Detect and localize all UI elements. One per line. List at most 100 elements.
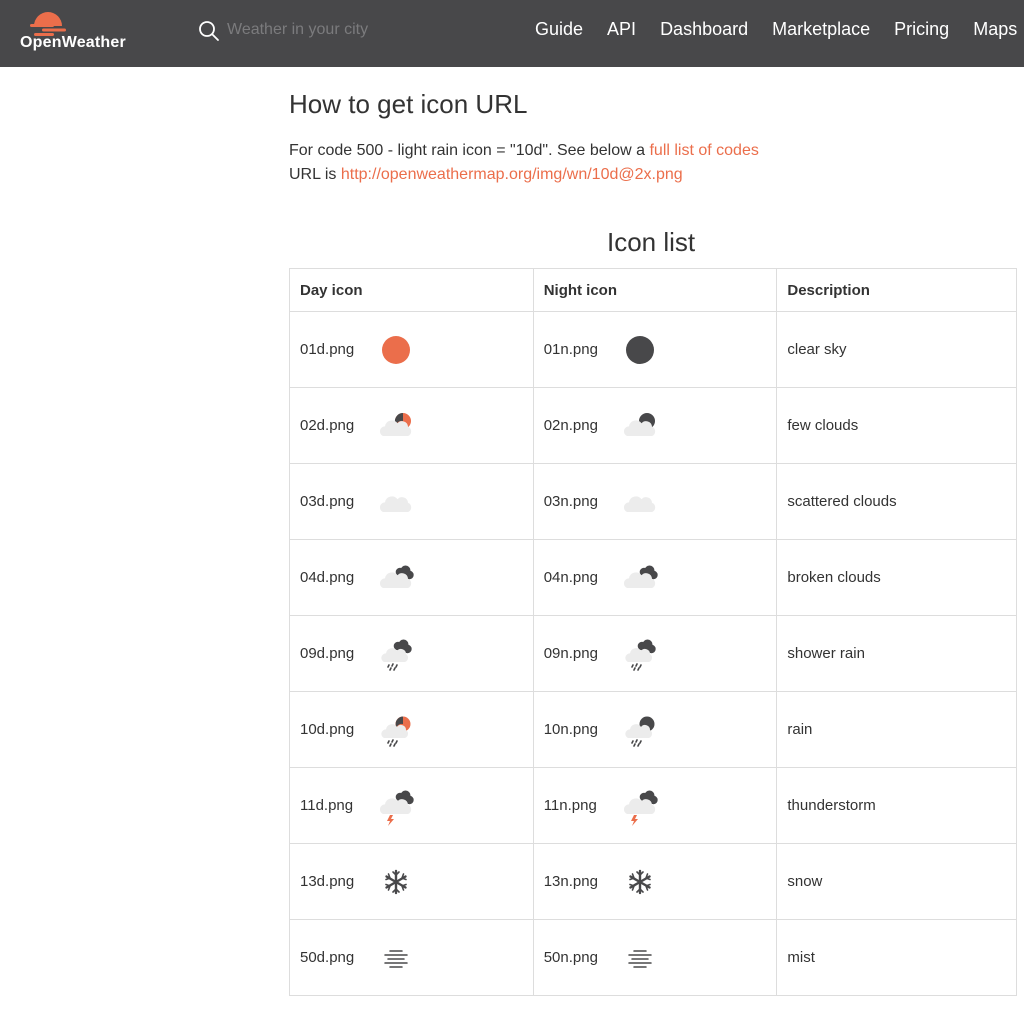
- table-row: 01d.png 01n.png clear sky: [289, 311, 1017, 388]
- day-icon-cell: 03d.png: [289, 463, 534, 540]
- night-icon-cell: 13n.png: [532, 843, 778, 920]
- description-cell: scattered clouds: [776, 463, 1017, 540]
- day-icon-cell-content: 11d.png: [300, 786, 523, 826]
- table-row: 04d.png 04n.png broken clouds: [289, 539, 1017, 616]
- night-icon-cell-content: 13n.png: [544, 862, 767, 902]
- cloud-icon: [379, 495, 412, 512]
- mist-icon: [627, 949, 652, 968]
- main-nav: Guide API Dashboard Marketplace Pricing …: [535, 19, 1017, 40]
- table-row: 02d.png 02n.png few clouds: [289, 387, 1017, 464]
- rain-night-icon: [625, 716, 655, 747]
- day-icon-filename: 11d.png: [300, 797, 354, 814]
- day-icon-cell: 01d.png: [289, 311, 534, 388]
- description-cell: snow: [776, 843, 1017, 920]
- intro-paragraph: For code 500 - light rain icon = "10d". …: [289, 139, 759, 187]
- night-icon-cell: 02n.png: [532, 387, 778, 464]
- table-row: 09d.png 09n.png shower rain: [289, 615, 1017, 692]
- logo-text: OpenWeather: [20, 34, 126, 51]
- day-icon-cell-content: 13d.png: [300, 862, 523, 902]
- day-icon-cell-content: 50d.png: [300, 938, 523, 978]
- search-input[interactable]: [227, 18, 427, 42]
- description-cell: rain: [776, 691, 1017, 768]
- night-icon-cell: 11n.png: [532, 767, 778, 844]
- few-clouds-day-icon: [379, 412, 412, 436]
- night-icon-cell-content: 01n.png: [544, 330, 767, 370]
- night-icon-cell-content: 09n.png: [544, 634, 767, 674]
- rain-day-icon: [381, 716, 411, 747]
- column-header-day: Day icon: [289, 268, 534, 312]
- intro-text: For code 500 - light rain icon = "10d". …: [289, 142, 650, 159]
- night-icon-cell-content: 02n.png: [544, 406, 767, 446]
- table-row: 13d.png 13n.png snow: [289, 843, 1017, 920]
- day-icon-filename: 09d.png: [300, 645, 355, 662]
- icon-table: Day icon Night icon Description 01d.png 0…: [289, 268, 1017, 996]
- nav-api[interactable]: API: [607, 19, 636, 40]
- day-icon-filename: 02d.png: [300, 417, 355, 434]
- day-icon-cell: 09d.png: [289, 615, 534, 692]
- section-title: Icon list: [607, 227, 696, 257]
- cloud-icon: [623, 495, 655, 512]
- snowflake-icon: [385, 869, 407, 894]
- table-row: 11d.png 11n.png thunderstorm: [289, 767, 1017, 844]
- table-row: 03d.png 03n.png scattered clouds: [289, 463, 1017, 540]
- description-cell: thunderstorm: [776, 767, 1017, 844]
- shower-rain-icon: [381, 639, 412, 671]
- night-icon-cell: 04n.png: [532, 539, 778, 616]
- night-icon-filename: 10n.png: [543, 721, 598, 738]
- search-icon[interactable]: [198, 20, 220, 42]
- table-row: 10d.png 10n.png rain: [289, 691, 1017, 768]
- day-icon-cell: 13d.png: [289, 843, 534, 920]
- nav-guide[interactable]: Guide: [535, 19, 583, 40]
- few-clouds-night-icon: [623, 412, 655, 436]
- night-icon-cell: 10n.png: [532, 691, 778, 768]
- description-cell: shower rain: [776, 615, 1017, 692]
- search-bar: [198, 18, 438, 44]
- night-icon-filename: 02n.png: [543, 417, 598, 434]
- day-icon-filename: 03d.png: [300, 493, 355, 510]
- night-icon-filename: 50n.png: [543, 949, 598, 966]
- night-icon-cell-content: 50n.png: [544, 938, 767, 978]
- night-icon-cell-content: 03n.png: [544, 482, 767, 522]
- snowflake-icon: [628, 869, 651, 894]
- day-icon-cell-content: 04d.png: [300, 558, 523, 598]
- description-cell: broken clouds: [776, 539, 1017, 616]
- openweather-logo[interactable]: OpenWeather: [20, 6, 132, 56]
- thunderstorm-icon: [623, 790, 658, 826]
- night-icon-cell: 03n.png: [532, 463, 778, 540]
- day-icon-cell: 11d.png: [289, 767, 534, 844]
- night-icon-cell-content: 04n.png: [544, 558, 767, 598]
- night-icon-cell-content: 10n.png: [544, 710, 767, 750]
- night-icon-cell-content: 11n.png: [544, 786, 767, 826]
- day-icon-filename: 01d.png: [300, 341, 355, 358]
- night-icon-filename: 01n.png: [543, 341, 598, 358]
- thunderstorm-icon: [379, 790, 414, 826]
- nav-dashboard[interactable]: Dashboard: [660, 19, 748, 40]
- moon-icon: [625, 335, 654, 364]
- url-label: URL is: [289, 166, 341, 183]
- day-icon-filename: 10d.png: [300, 721, 355, 738]
- day-icon-cell: 02d.png: [289, 387, 534, 464]
- description-cell: few clouds: [776, 387, 1017, 464]
- sun-icon: [382, 335, 410, 364]
- nav-pricing[interactable]: Pricing: [894, 19, 949, 40]
- night-icon-filename: 11n.png: [543, 797, 597, 814]
- night-icon-filename: 03n.png: [543, 493, 598, 510]
- table-row: 50d.png 50n.png mist: [289, 919, 1017, 996]
- day-icon-cell-content: 10d.png: [300, 710, 523, 750]
- broken-clouds-icon: [623, 565, 658, 588]
- description-cell: mist: [776, 919, 1017, 996]
- day-icon-cell-content: 01d.png: [300, 330, 523, 370]
- column-header-night: Night icon: [532, 268, 778, 312]
- icon-url-link[interactable]: http://openweathermap.org/img/wn/10d@2x.…: [341, 166, 683, 183]
- page-title: How to get icon URL: [289, 89, 528, 119]
- day-icon-filename: 13d.png: [300, 873, 355, 890]
- night-icon-cell: 01n.png: [532, 311, 778, 388]
- day-icon-cell-content: 09d.png: [300, 634, 523, 674]
- nav-marketplace[interactable]: Marketplace: [772, 19, 870, 40]
- day-icon-cell: 10d.png: [289, 691, 534, 768]
- day-icon-cell-content: 03d.png: [300, 482, 523, 522]
- night-icon-cell: 50n.png: [532, 919, 778, 996]
- codes-list-link[interactable]: full list of codes: [649, 142, 758, 159]
- broken-clouds-icon: [379, 565, 414, 588]
- nav-maps[interactable]: Maps: [973, 19, 1017, 40]
